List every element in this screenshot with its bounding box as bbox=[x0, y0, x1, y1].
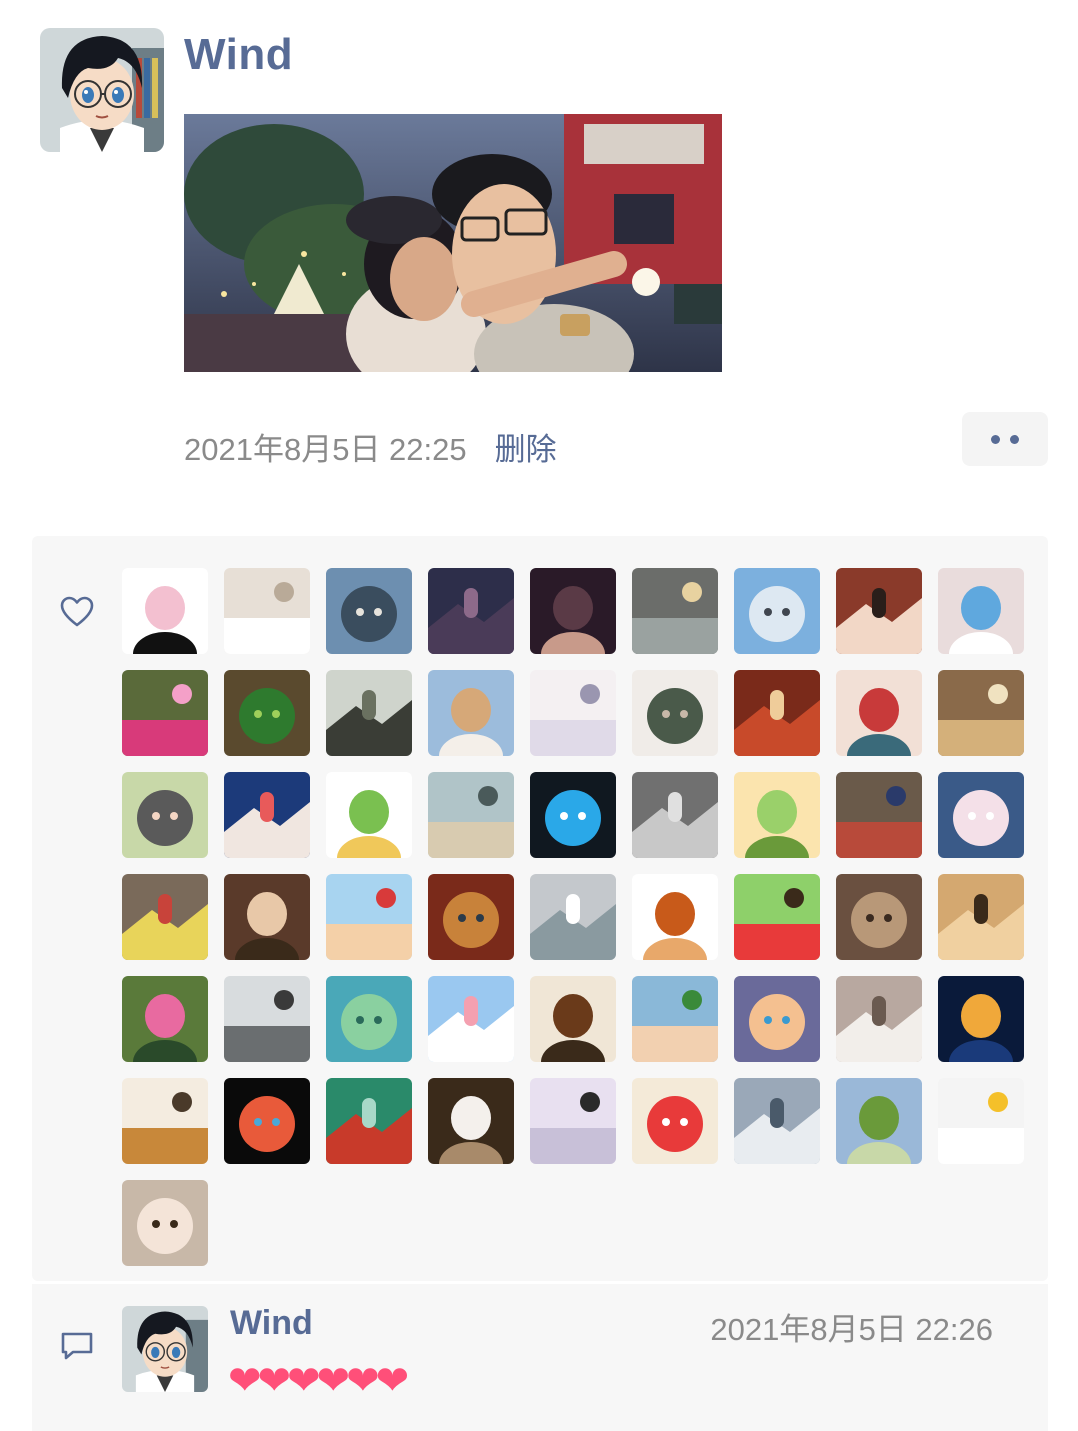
heart-outline-icon bbox=[60, 596, 94, 627]
like-avatar[interactable] bbox=[734, 976, 820, 1062]
like-avatar[interactable] bbox=[326, 976, 412, 1062]
like-avatar[interactable] bbox=[122, 568, 208, 654]
like-avatar[interactable] bbox=[428, 1078, 514, 1164]
like-avatar[interactable] bbox=[836, 568, 922, 654]
post-timestamp: 2021年8月5日 22:25 bbox=[184, 431, 467, 467]
like-avatar[interactable] bbox=[326, 670, 412, 756]
like-avatar[interactable] bbox=[122, 772, 208, 858]
like-avatar[interactable] bbox=[224, 874, 310, 960]
like-avatar[interactable] bbox=[734, 670, 820, 756]
comment-timestamp: 2021年8月5日 22:26 bbox=[710, 1312, 993, 1347]
like-avatar[interactable] bbox=[428, 874, 514, 960]
post-photo[interactable] bbox=[184, 114, 722, 372]
like-avatar[interactable] bbox=[224, 1078, 310, 1164]
likes-panel bbox=[32, 536, 1048, 1281]
like-avatar[interactable] bbox=[530, 772, 616, 858]
like-avatar[interactable] bbox=[836, 976, 922, 1062]
delete-link[interactable]: 删除 bbox=[495, 424, 557, 469]
like-avatar[interactable] bbox=[836, 874, 922, 960]
like-avatar[interactable] bbox=[938, 772, 1024, 858]
like-avatar[interactable] bbox=[632, 874, 718, 960]
like-avatar[interactable] bbox=[530, 670, 616, 756]
author-avatar[interactable] bbox=[40, 28, 164, 152]
like-avatar[interactable] bbox=[632, 772, 718, 858]
comment-panel: Wind 2021年8月5日 22:26 ❤❤❤❤❤❤ bbox=[32, 1284, 1048, 1431]
comment-text: ❤❤❤❤❤❤ bbox=[228, 1358, 409, 1404]
like-avatar[interactable] bbox=[632, 568, 718, 654]
like-avatar[interactable] bbox=[734, 568, 820, 654]
like-avatar[interactable] bbox=[938, 976, 1024, 1062]
like-avatar[interactable] bbox=[428, 976, 514, 1062]
like-avatar[interactable] bbox=[530, 874, 616, 960]
like-avatar[interactable] bbox=[122, 670, 208, 756]
like-avatar[interactable] bbox=[836, 772, 922, 858]
like-avatar[interactable] bbox=[122, 976, 208, 1062]
like-avatar[interactable] bbox=[734, 1078, 820, 1164]
like-avatar[interactable] bbox=[326, 772, 412, 858]
like-avatar[interactable] bbox=[938, 1078, 1024, 1164]
like-avatar[interactable] bbox=[326, 1078, 412, 1164]
like-avatar[interactable] bbox=[836, 670, 922, 756]
comment-author-avatar[interactable] bbox=[122, 1306, 208, 1392]
like-avatar[interactable] bbox=[428, 772, 514, 858]
like-avatar[interactable] bbox=[632, 1078, 718, 1164]
like-avatar[interactable] bbox=[224, 772, 310, 858]
like-avatar[interactable] bbox=[530, 1078, 616, 1164]
comment-author-name[interactable]: Wind bbox=[230, 1304, 313, 1343]
more-options-button[interactable] bbox=[962, 412, 1048, 466]
more-dot-icon bbox=[1010, 434, 1019, 444]
like-avatar[interactable] bbox=[224, 976, 310, 1062]
like-avatar[interactable] bbox=[122, 1180, 208, 1266]
like-avatar[interactable] bbox=[530, 976, 616, 1062]
like-avatar[interactable] bbox=[734, 772, 820, 858]
like-avatar[interactable] bbox=[224, 670, 310, 756]
like-avatar[interactable] bbox=[530, 568, 616, 654]
post-meta: 2021年8月5日 22:25 删除 bbox=[184, 424, 557, 468]
like-avatar[interactable] bbox=[938, 874, 1024, 960]
like-avatar[interactable] bbox=[326, 874, 412, 960]
like-avatar[interactable] bbox=[632, 976, 718, 1062]
like-avatar[interactable] bbox=[938, 670, 1024, 756]
like-avatar[interactable] bbox=[428, 568, 514, 654]
like-avatar[interactable] bbox=[224, 568, 310, 654]
like-avatar[interactable] bbox=[938, 568, 1024, 654]
post-author-name[interactable]: Wind bbox=[184, 30, 293, 80]
comment-bubble-icon bbox=[61, 1332, 93, 1360]
like-avatar[interactable] bbox=[326, 568, 412, 654]
like-avatar[interactable] bbox=[428, 670, 514, 756]
like-avatar[interactable] bbox=[122, 1078, 208, 1164]
more-dot-icon bbox=[991, 434, 1000, 444]
like-avatar[interactable] bbox=[734, 874, 820, 960]
like-avatar[interactable] bbox=[836, 1078, 922, 1164]
like-avatar[interactable] bbox=[122, 874, 208, 960]
like-avatar[interactable] bbox=[632, 670, 718, 756]
